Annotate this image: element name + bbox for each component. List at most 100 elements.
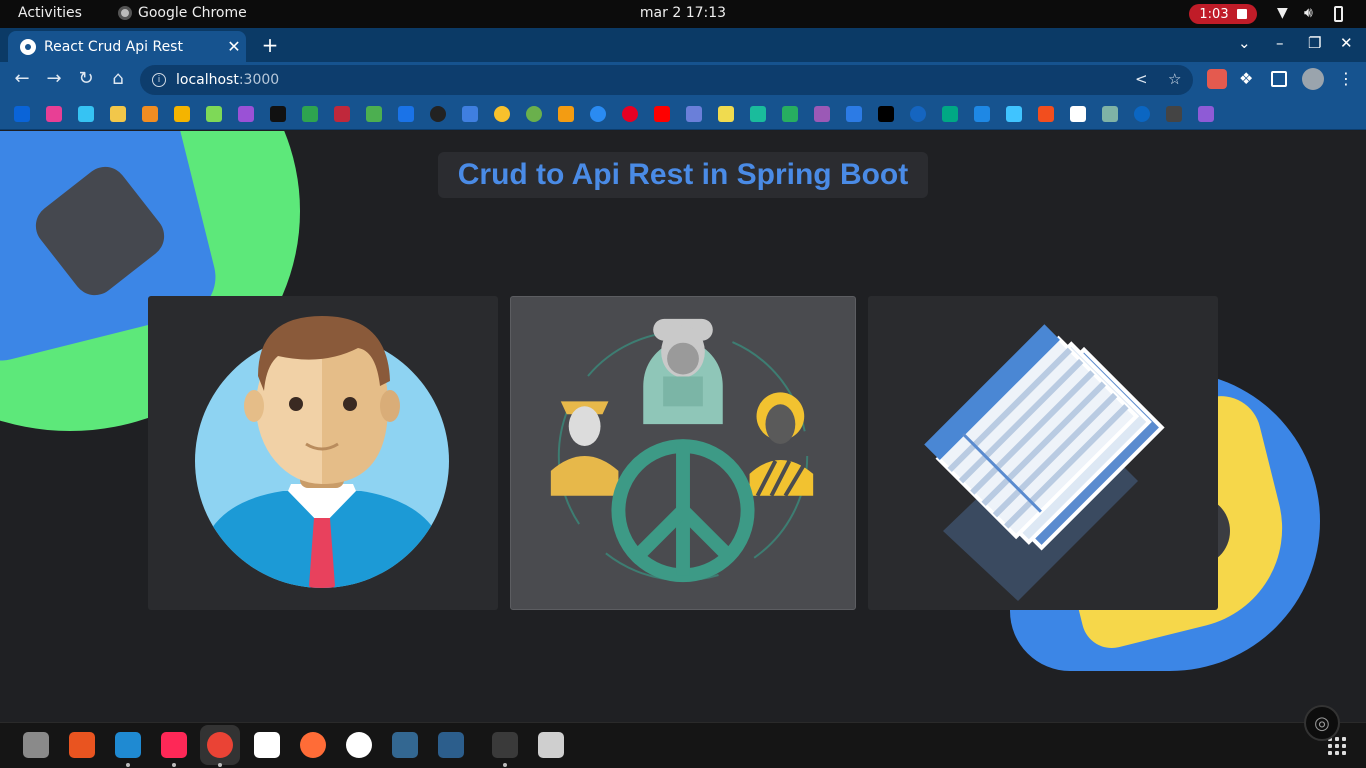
bookmark-u-icon[interactable] [398, 106, 414, 122]
bookmark-shapes-icon[interactable] [558, 106, 574, 122]
system-top-bar: Activities Google Chrome mar 2 17:13 1:0… [0, 0, 1366, 28]
page-viewport: Crud to Api Rest in Spring Boot [0, 131, 1366, 722]
close-tab-icon[interactable]: ✕ [222, 37, 246, 56]
new-tab-button[interactable]: + [258, 33, 282, 57]
running-indicator [503, 763, 507, 767]
bookmark-image-icon[interactable] [110, 106, 126, 122]
bookmark-wave-icon[interactable] [1166, 106, 1182, 122]
bookmark-medium-icon[interactable] [878, 106, 894, 122]
bookmark-graduation-icon[interactable] [686, 106, 702, 122]
bookmark-upload-icon[interactable] [270, 106, 286, 122]
battery-icon[interactable] [1334, 6, 1343, 22]
bookmark-js-icon[interactable] [718, 106, 734, 122]
chrome-menu-icon[interactable]: ⋮ [1336, 69, 1356, 89]
peace-community-icon [550, 318, 814, 583]
bookmark-c-icon[interactable] [590, 106, 606, 122]
wifi-icon[interactable]: ▼ [1277, 5, 1288, 21]
documents-stack-icon [924, 324, 1165, 601]
activities-button[interactable]: Activities [18, 5, 82, 21]
side-panel-icon[interactable] [1271, 71, 1287, 87]
bookmark-outlook-icon[interactable] [14, 106, 30, 122]
bookmark-diamond2-icon[interactable] [750, 106, 766, 122]
bookmark-half-circle-icon[interactable] [1134, 106, 1150, 122]
bookmark-a-icon[interactable] [846, 106, 862, 122]
notion-icon[interactable] [254, 732, 280, 758]
bookmark-emoji-icon[interactable] [494, 106, 510, 122]
bookmark-m-icon[interactable] [462, 106, 478, 122]
home-button[interactable]: ⌂ [106, 68, 130, 89]
bookmarks-bar [0, 98, 1366, 130]
tab-react-crud[interactable]: React Crud Api Rest ✕ [8, 31, 246, 62]
bookmark-xd-icon[interactable] [238, 106, 254, 122]
extension-icon[interactable] [1207, 69, 1227, 89]
dock [0, 722, 1366, 768]
card-users[interactable] [148, 296, 498, 610]
bookmark-purple-icon[interactable] [1198, 106, 1214, 122]
chrome-icon [118, 6, 132, 20]
bookmark-hackerrank-icon[interactable] [814, 106, 830, 122]
volume-icon[interactable]: 🔊︎ [1304, 5, 1313, 21]
bookmark-spring-icon[interactable] [526, 106, 542, 122]
bookmark-star-icon[interactable]: ☆ [1168, 70, 1181, 88]
writer-icon[interactable] [346, 732, 372, 758]
back-button[interactable]: ← [10, 68, 34, 89]
profile-avatar[interactable] [1302, 68, 1324, 90]
address-bar[interactable]: i localhost:3000 < ☆ [140, 65, 1193, 95]
bookmark-github-icon[interactable] [430, 106, 446, 122]
intellij-icon[interactable] [161, 732, 187, 758]
bookmark-pinterest-icon[interactable] [622, 106, 638, 122]
bookmark-game-icon[interactable] [782, 106, 798, 122]
bookmark-flag-icon[interactable] [942, 106, 958, 122]
bookmark-flutter-icon[interactable] [1006, 106, 1022, 122]
card-community[interactable] [510, 296, 856, 610]
card-documents[interactable] [868, 296, 1218, 610]
bookmark-youtube-icon[interactable] [654, 106, 670, 122]
restore-button[interactable]: ❐ [1308, 34, 1321, 52]
stop-recording-icon [1236, 9, 1247, 19]
recording-time: 1:03 [1199, 6, 1229, 22]
vscode-icon[interactable] [115, 732, 141, 758]
bookmark-h-icon[interactable] [78, 106, 94, 122]
reload-button[interactable]: ↻ [74, 68, 98, 89]
postman-icon[interactable] [300, 732, 326, 758]
page-title: Crud to Api Rest in Spring Boot [438, 152, 928, 198]
bookmark-diamond-icon[interactable] [206, 106, 222, 122]
browser-toolbar: ← → ↻ ⌂ i localhost:3000 < ☆ ❖ ⋮ [0, 62, 1366, 98]
tab-search-icon[interactable]: ⌄ [1238, 34, 1251, 52]
bookmark-globe-icon[interactable] [910, 106, 926, 122]
terminal-icon[interactable] [492, 732, 518, 758]
bookmark-arrow-icon[interactable] [974, 106, 990, 122]
running-indicator [218, 763, 222, 767]
forward-button[interactable]: → [42, 68, 66, 89]
bookmark-white-icon[interactable] [1070, 106, 1086, 122]
mysql-workbench-icon[interactable] [438, 732, 464, 758]
user-avatar-icon [195, 316, 449, 588]
bookmark-cloud-icon[interactable] [334, 106, 350, 122]
site-info-icon[interactable]: i [152, 73, 166, 87]
close-window-button[interactable]: ✕ [1340, 34, 1353, 52]
software-center-icon[interactable] [69, 732, 95, 758]
show-applications-icon[interactable] [1328, 737, 1346, 755]
share-icon[interactable]: < [1135, 70, 1148, 88]
bookmark-firebase-icon[interactable] [174, 106, 190, 122]
postgres-icon[interactable] [392, 732, 418, 758]
trash-icon[interactable] [538, 732, 564, 758]
chrome-icon[interactable] [207, 732, 233, 758]
url-text: localhost:3000 [176, 72, 280, 88]
webcam-overlay-avatar: ◎ [1304, 705, 1340, 741]
tab-strip: React Crud Api Rest ✕ + ⌄ – ❐ ✕ [0, 28, 1366, 62]
bookmark-in-icon[interactable] [142, 106, 158, 122]
extensions-puzzle-icon[interactable]: ❖ [1239, 69, 1259, 89]
bookmark-w-icon[interactable] [302, 106, 318, 122]
bookmark-flower-icon[interactable] [1102, 106, 1118, 122]
app-menu[interactable]: Google Chrome [118, 5, 247, 21]
screen-recording-indicator[interactable]: 1:03 [1189, 4, 1257, 24]
running-indicator [126, 763, 130, 767]
running-indicator [172, 763, 176, 767]
files-icon[interactable] [23, 732, 49, 758]
bookmark-grid-icon[interactable] [366, 106, 382, 122]
bookmark-kotlin-icon[interactable] [46, 106, 62, 122]
app-name: Google Chrome [138, 5, 247, 21]
bookmark-figma-icon[interactable] [1038, 106, 1054, 122]
minimize-button[interactable]: – [1276, 34, 1284, 52]
